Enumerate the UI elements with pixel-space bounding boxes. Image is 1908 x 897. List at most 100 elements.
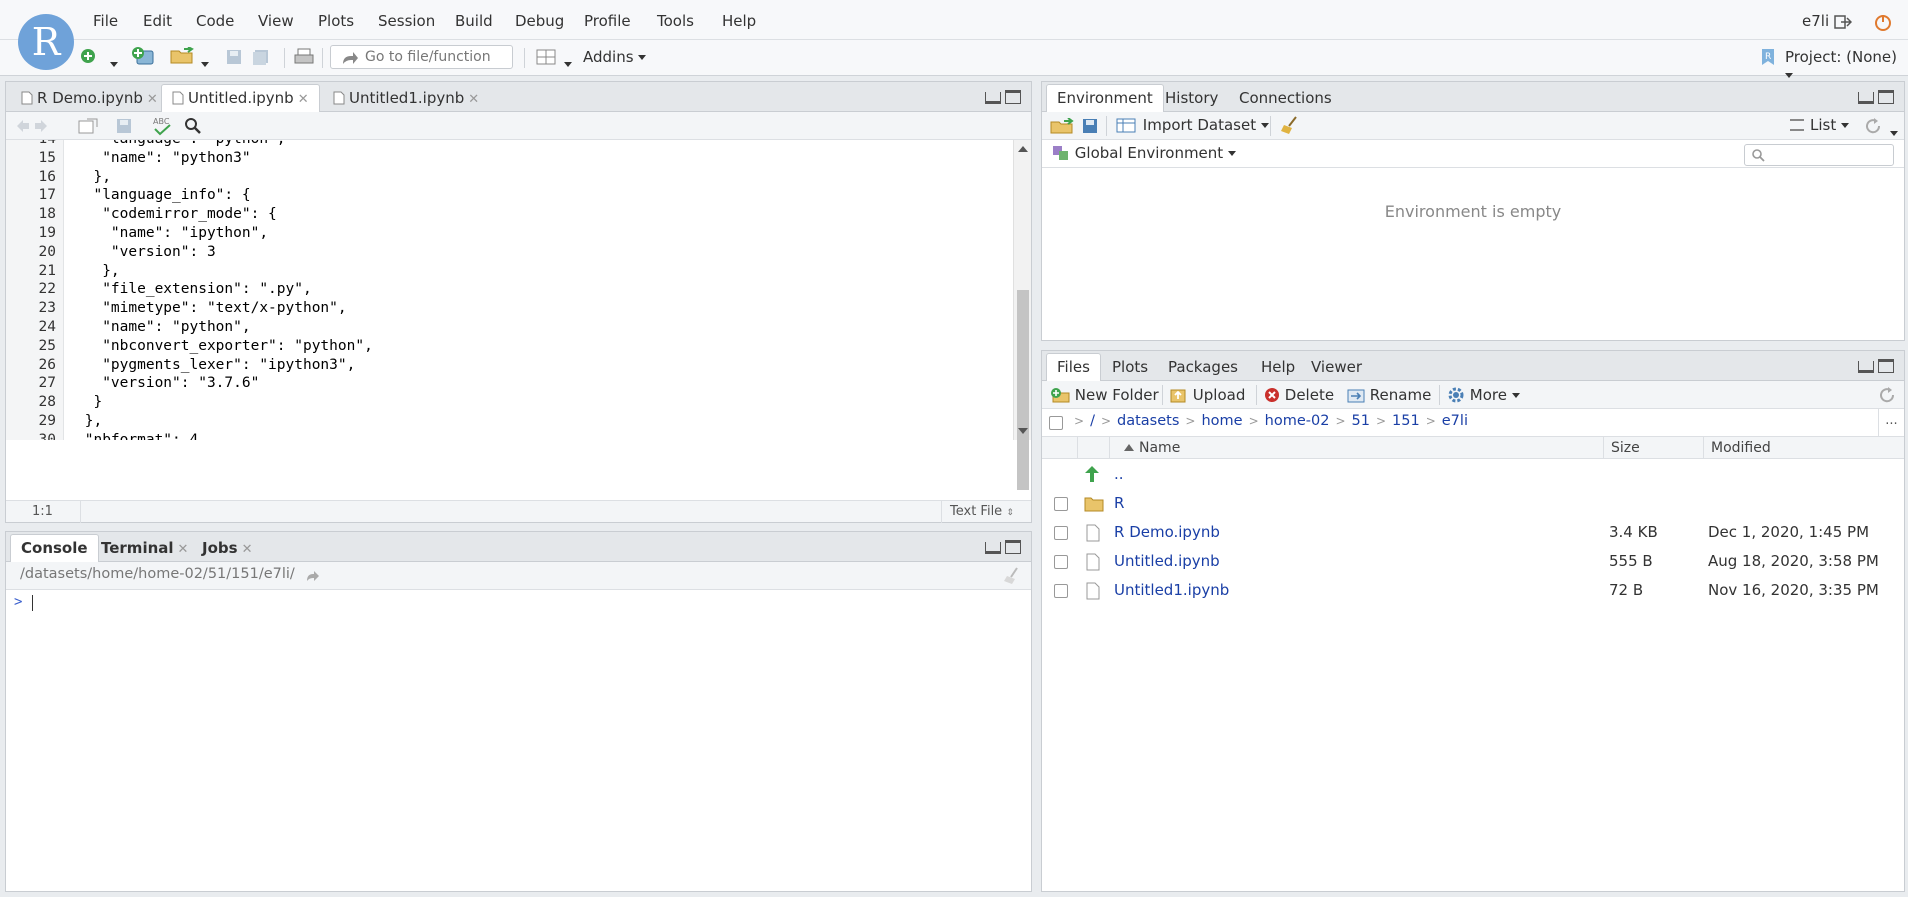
load-workspace-icon[interactable] (1050, 118, 1074, 134)
menu-build[interactable]: Build (455, 12, 493, 30)
editor-tab[interactable]: R Demo.ipynb ✕ (10, 84, 169, 112)
new-project-icon[interactable] (131, 46, 155, 66)
file-row[interactable]: R (1042, 490, 1904, 519)
menu-debug[interactable]: Debug (515, 12, 564, 30)
refresh-icon[interactable] (1864, 117, 1882, 135)
file-name-link[interactable]: Untitled.ipynb (1114, 552, 1220, 570)
import-dataset-menu[interactable]: Import Dataset (1116, 116, 1269, 134)
view-mode-menu[interactable]: List (1789, 116, 1849, 134)
save-workspace-icon[interactable] (1082, 118, 1098, 134)
tab-terminal[interactable]: Terminal ✕ (90, 534, 199, 562)
scroll-thumb[interactable] (1017, 290, 1029, 490)
search-icon[interactable] (184, 117, 202, 135)
editor-scrollbar[interactable] (1013, 140, 1031, 490)
save-icon[interactable] (226, 49, 242, 65)
tab-environment[interactable]: Environment (1046, 84, 1164, 112)
tab-packages[interactable]: Packages (1157, 353, 1249, 381)
close-tab-icon[interactable]: ✕ (178, 542, 189, 557)
console-output[interactable]: > (6, 590, 1031, 891)
close-tab-icon[interactable]: ✕ (468, 92, 479, 107)
menu-tools[interactable]: Tools (657, 12, 694, 30)
tab-console[interactable]: Console (10, 534, 99, 562)
tab-files[interactable]: Files (1046, 353, 1101, 381)
project-menu[interactable]: Project: (None) (1785, 48, 1908, 84)
more-menu[interactable]: More (1447, 386, 1520, 404)
code-editor[interactable]: 14 "language": "python",15 "name": "pyth… (6, 140, 1013, 440)
breadcrumb-item[interactable]: home (1201, 413, 1242, 429)
menu-help[interactable]: Help (722, 12, 756, 30)
pane-layout-dropdown[interactable] (564, 55, 572, 73)
editor-tab[interactable]: Untitled1.ipynb ✕ (322, 84, 490, 112)
breadcrumb-root[interactable]: / (1090, 413, 1095, 429)
maximize-icon[interactable] (1878, 359, 1894, 373)
spellcheck-icon[interactable]: ABC (152, 115, 174, 137)
breadcrumb-item[interactable]: 151 (1392, 413, 1420, 429)
menu-file[interactable]: File (93, 12, 118, 30)
close-tab-icon[interactable]: ✕ (147, 92, 158, 107)
column-size-header[interactable]: Size (1611, 440, 1640, 456)
show-in-window-icon[interactable] (78, 118, 98, 134)
select-all-checkbox[interactable] (1049, 416, 1063, 430)
maximize-icon[interactable] (1005, 540, 1021, 554)
rename-button[interactable]: Rename (1347, 386, 1431, 404)
file-type-selector[interactable]: Text File ⇕ (941, 501, 1031, 523)
menu-edit[interactable]: Edit (143, 12, 172, 30)
tab-viewer[interactable]: Viewer (1300, 353, 1373, 381)
editor-tab-active[interactable]: Untitled.ipynb ✕ (161, 84, 320, 112)
power-icon[interactable] (1874, 13, 1892, 31)
sign-out-icon[interactable] (1834, 14, 1852, 30)
maximize-icon[interactable] (1005, 90, 1021, 104)
save-icon[interactable] (116, 118, 132, 134)
file-name-link[interactable]: R (1114, 494, 1124, 512)
file-row-checkbox[interactable] (1054, 584, 1068, 598)
file-row-checkbox[interactable] (1054, 497, 1068, 511)
breadcrumb-item[interactable]: home-02 (1265, 413, 1330, 429)
file-name-link[interactable]: R Demo.ipynb (1114, 523, 1220, 541)
new-folder-button[interactable]: New Folder (1050, 386, 1159, 404)
minimize-icon[interactable] (985, 542, 1001, 554)
new-file-icon[interactable] (80, 48, 96, 64)
file-row[interactable]: Untitled1.ipynb 72 B Nov 16, 2020, 3:35 PM (1042, 577, 1904, 606)
column-name-header[interactable]: Name (1124, 440, 1180, 456)
file-row[interactable]: Untitled.ipynb 555 B Aug 18, 2020, 3:58 PM (1042, 548, 1904, 577)
tab-connections[interactable]: Connections (1228, 84, 1343, 112)
pane-layout-icon[interactable] (536, 49, 556, 65)
breadcrumb-item[interactable]: e7li (1442, 413, 1468, 429)
menu-code[interactable]: Code (196, 12, 234, 30)
environment-scope-menu[interactable]: Global Environment (1052, 144, 1236, 162)
minimize-icon[interactable] (1858, 92, 1874, 104)
open-file-icon[interactable] (170, 47, 196, 65)
maximize-icon[interactable] (1878, 90, 1894, 104)
goto-directory-icon[interactable] (306, 570, 320, 582)
refresh-icon[interactable] (1878, 386, 1896, 404)
minimize-icon[interactable] (985, 92, 1001, 104)
tab-jobs[interactable]: Jobs ✕ (191, 534, 263, 562)
menu-session[interactable]: Session (378, 12, 435, 30)
scroll-up-icon[interactable] (1018, 146, 1028, 152)
column-modified-header[interactable]: Modified (1711, 440, 1771, 456)
parent-directory-link[interactable]: .. (1114, 465, 1124, 483)
clear-console-icon[interactable] (1003, 567, 1023, 585)
delete-button[interactable]: Delete (1264, 386, 1334, 404)
file-row-checkbox[interactable] (1054, 526, 1068, 540)
file-row[interactable]: R Demo.ipynb 3.4 KB Dec 1, 2020, 1:45 PM (1042, 519, 1904, 548)
file-name-link[interactable]: Untitled1.ipynb (1114, 581, 1229, 599)
breadcrumb-more-button[interactable]: ... (1878, 409, 1904, 436)
clear-workspace-icon[interactable] (1280, 116, 1300, 136)
menu-profile[interactable]: Profile (584, 12, 631, 30)
parent-directory-row[interactable]: .. (1042, 461, 1904, 490)
tab-history[interactable]: History (1154, 84, 1229, 112)
upload-button[interactable]: Upload (1170, 386, 1245, 404)
close-tab-icon[interactable]: ✕ (242, 542, 253, 557)
minimize-icon[interactable] (1858, 361, 1874, 373)
open-file-dropdown[interactable] (201, 55, 209, 73)
scroll-down-icon[interactable] (1018, 428, 1028, 434)
close-tab-icon[interactable]: ✕ (298, 92, 309, 107)
environment-search-input[interactable] (1744, 144, 1894, 166)
breadcrumb-item[interactable]: 51 (1352, 413, 1370, 429)
tab-plots[interactable]: Plots (1101, 353, 1159, 381)
file-row-checkbox[interactable] (1054, 555, 1068, 569)
back-forward-icon[interactable] (16, 119, 48, 133)
menu-plots[interactable]: Plots (318, 12, 354, 30)
breadcrumb-item[interactable]: datasets (1117, 413, 1179, 429)
